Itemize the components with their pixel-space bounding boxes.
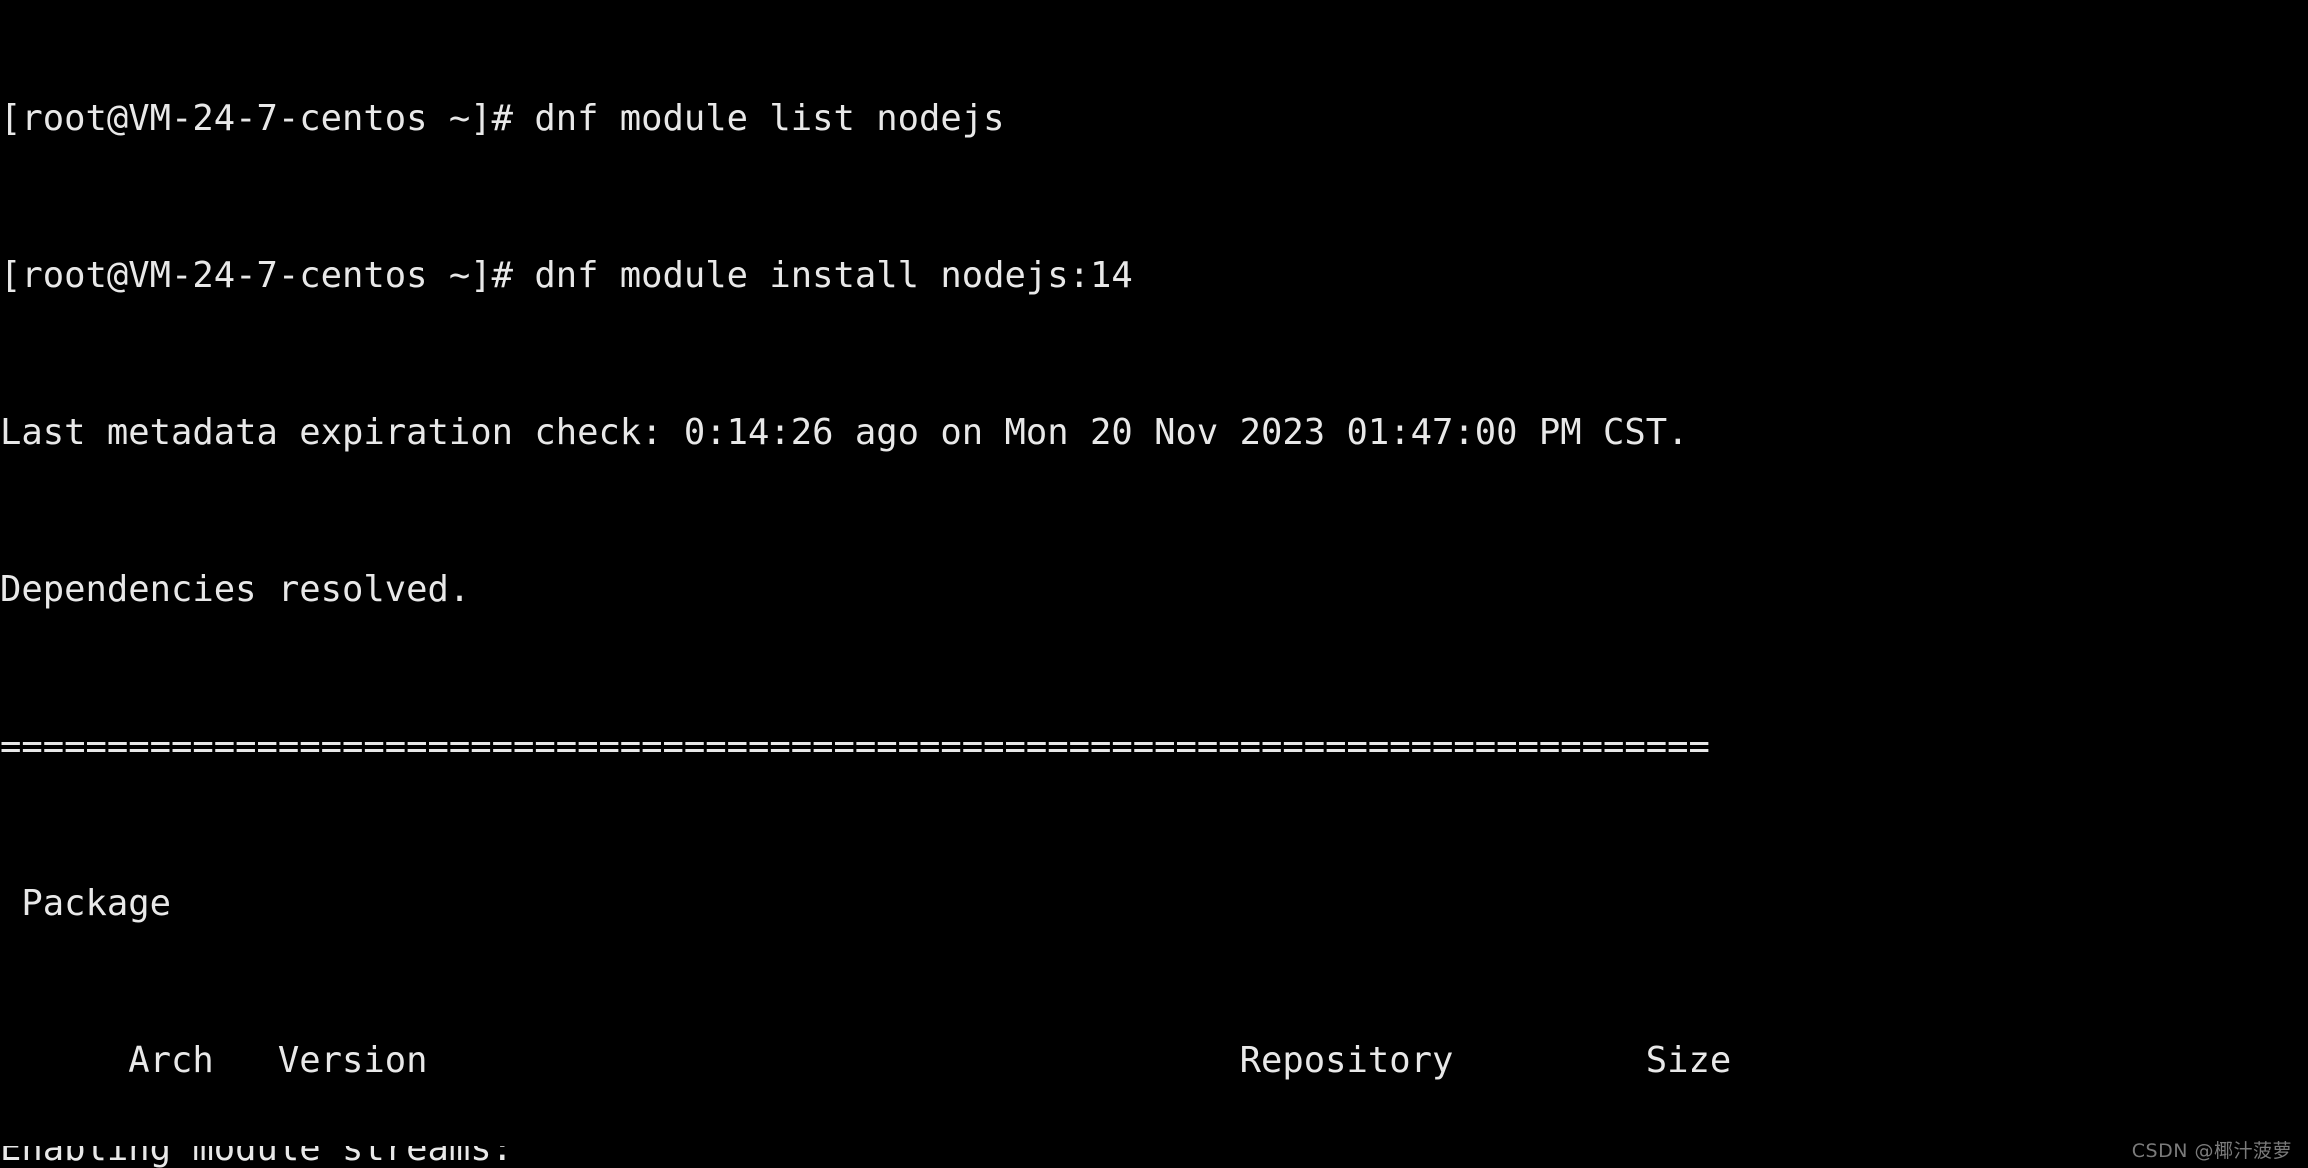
terminal-heading-enabling-module-streams: Enabling module streams: [0, 1146, 513, 1168]
terminal-line-dependencies-resolved: Dependencies resolved. [0, 568, 471, 610]
terminal-table-header-columns: Arch Version Repository Size [0, 1039, 1732, 1081]
terminal-separator-top: ========================================… [0, 726, 1710, 766]
terminal-line-prompt: [root@VM-24-7-centos ~]# dnf module inst… [0, 254, 1133, 296]
terminal-output: [root@VM-24-7-centos ~]# dnf module list… [0, 0, 2308, 1168]
terminal-line-clipped-bottom: Enabling module streams: [0, 1146, 2308, 1168]
terminal-table-header-package: Package [0, 882, 171, 924]
terminal-line-metadata-expiration: Last metadata expiration check: 0:14:26 … [0, 411, 1689, 453]
terminal-window: [root@VM-24-7-centos ~]# dnf module list… [0, 0, 2308, 1168]
csdn-watermark: CSDN @椰汁菠萝 [2131, 1140, 2292, 1162]
terminal-line-partial-top: [root@VM-24-7-centos ~]# dnf module list… [0, 98, 1005, 138]
